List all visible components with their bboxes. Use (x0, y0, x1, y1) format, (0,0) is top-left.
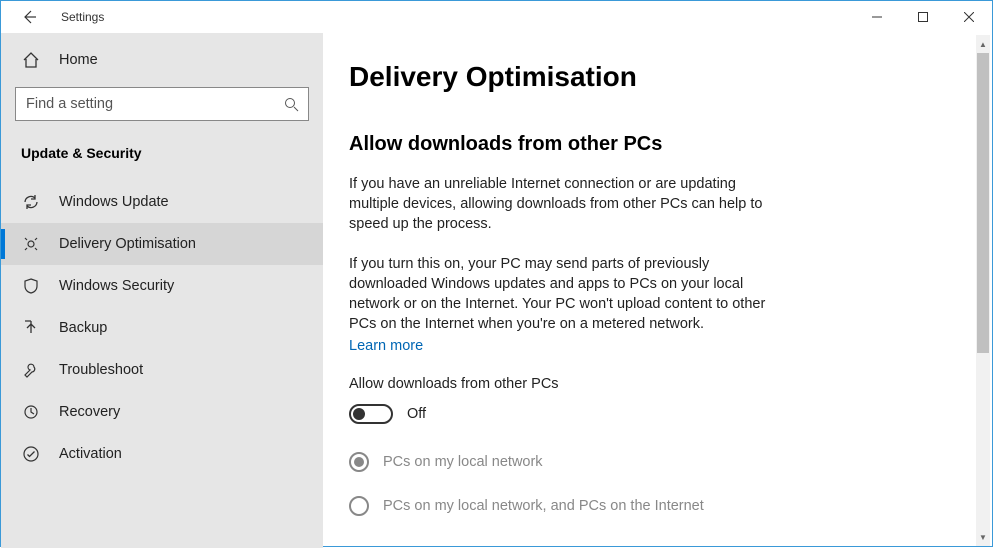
check-circle-icon (21, 445, 41, 463)
home-label: Home (59, 52, 98, 68)
allow-downloads-toggle[interactable] (349, 404, 393, 424)
maximize-icon (918, 12, 928, 22)
home-icon (21, 51, 41, 69)
content-area: Delivery Optimisation Allow downloads fr… (323, 33, 992, 548)
nav-item-backup[interactable]: Backup (1, 307, 323, 349)
window-title: Settings (61, 10, 104, 24)
nav-item-delivery-optimisation[interactable]: Delivery Optimisation (1, 223, 323, 265)
minimize-icon (872, 12, 882, 22)
nav-label: Delivery Optimisation (59, 236, 196, 252)
nav-item-activation[interactable]: Activation (1, 433, 323, 475)
backup-icon (21, 319, 41, 337)
toggle-state-text: Off (407, 406, 426, 422)
scroll-up-button[interactable]: ▲ (976, 35, 990, 53)
nav-item-troubleshoot[interactable]: Troubleshoot (1, 349, 323, 391)
nav-item-windows-update[interactable]: Windows Update (1, 181, 323, 223)
radio-icon (349, 452, 369, 472)
close-icon (964, 12, 974, 22)
sidebar: Home Update & Security Windows Update (1, 33, 323, 548)
arrow-left-icon (21, 9, 37, 25)
minimize-button[interactable] (854, 1, 900, 33)
nav-label: Windows Security (59, 278, 174, 294)
nav-label: Recovery (59, 404, 120, 420)
search-box[interactable] (15, 87, 309, 121)
scrollbar-thumb[interactable] (977, 53, 989, 353)
search-icon (274, 97, 308, 112)
description-paragraph-1: If you have an unreliable Internet conne… (349, 174, 789, 234)
radio-label: PCs on my local network (383, 454, 543, 470)
toggle-knob (353, 408, 365, 420)
description-paragraph-2: If you turn this on, your PC may send pa… (349, 254, 789, 334)
radio-label: PCs on my local network, and PCs on the … (383, 498, 704, 514)
wrench-icon (21, 361, 41, 379)
nav-item-recovery[interactable]: Recovery (1, 391, 323, 433)
subheading: Allow downloads from other PCs (349, 133, 960, 156)
recovery-icon (21, 403, 41, 421)
scroll-down-button[interactable]: ▼ (976, 528, 990, 546)
sync-icon (21, 193, 41, 211)
back-button[interactable] (17, 5, 41, 29)
delivery-icon (21, 235, 41, 253)
page-title: Delivery Optimisation (349, 61, 960, 93)
learn-more-link[interactable]: Learn more (349, 338, 423, 354)
radio-local-network[interactable]: PCs on my local network (349, 452, 960, 472)
nav-label: Troubleshoot (59, 362, 143, 378)
radio-local-and-internet[interactable]: PCs on my local network, and PCs on the … (349, 496, 960, 516)
radio-icon (349, 496, 369, 516)
nav-label: Windows Update (59, 194, 169, 210)
home-nav[interactable]: Home (1, 43, 323, 77)
search-input[interactable] (16, 96, 274, 112)
nav-label: Activation (59, 446, 122, 462)
section-heading: Update & Security (1, 131, 323, 181)
nav-label: Backup (59, 320, 107, 336)
close-button[interactable] (946, 1, 992, 33)
maximize-button[interactable] (900, 1, 946, 33)
nav-item-windows-security[interactable]: Windows Security (1, 265, 323, 307)
toggle-label: Allow downloads from other PCs (349, 376, 960, 392)
scrollbar[interactable]: ▲ ▼ (976, 35, 990, 546)
shield-icon (21, 277, 41, 295)
